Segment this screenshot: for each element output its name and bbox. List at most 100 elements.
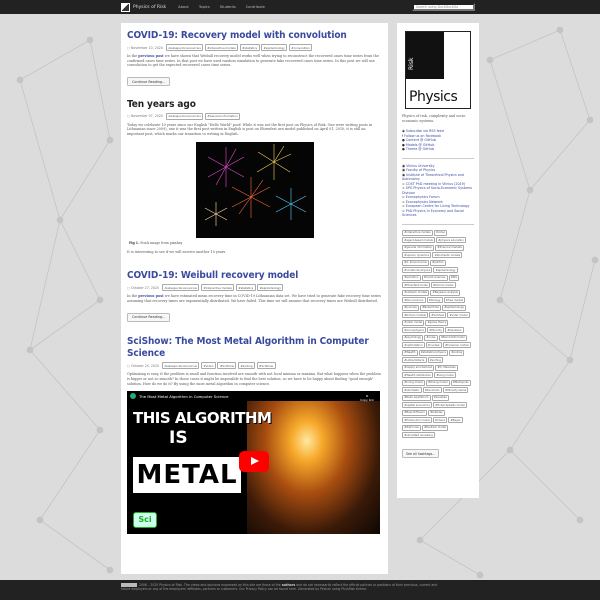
hashtag-link[interactable]: #Q. Mereckas [435, 364, 458, 371]
hashtag-link[interactable]: #psychology [402, 334, 424, 341]
hashtag-link[interactable]: #Kononovicius [402, 297, 426, 304]
hashtag-link[interactable]: #Kirman models [402, 312, 429, 319]
hashtag-link[interactable]: #biology [426, 297, 443, 304]
tag-link[interactable]: #SciShow [256, 362, 276, 370]
hashtag-link[interactable]: #stochastic models [432, 252, 463, 259]
copy-link-button[interactable]: ⧉ Copy link [360, 394, 374, 402]
hashtag-link[interactable]: #Holme-Kim model [402, 417, 432, 424]
org-link[interactable]: ∞SPG Physics of Socio-Economic Systems D… [402, 186, 474, 195]
tag-link[interactable]: #sorting [237, 362, 256, 370]
continue-reading-button[interactable]: Continue Reading… [127, 77, 171, 87]
post-title[interactable]: Ten years ago [127, 99, 382, 111]
hashtag-link[interactable]: #agent-based models [402, 237, 436, 244]
hashtag-link[interactable]: #statistical physics [418, 349, 449, 356]
hashtag-link[interactable]: #Dining model [425, 379, 450, 386]
hashtag-link[interactable]: #Metropolis [450, 379, 471, 386]
author-tag[interactable]: Aleksejus Kononovicius [162, 284, 200, 292]
play-button-icon[interactable] [239, 451, 269, 473]
hashtag-link[interactable]: #Zipf's law [402, 424, 421, 431]
org-link[interactable]: ▣Institute of Theoretical Physics and As… [402, 173, 474, 182]
hashtag-link[interactable]: #Journals [402, 304, 419, 311]
post-title[interactable]: SciShow: The Most Metal Algorithm in Com… [127, 336, 382, 360]
authors-link[interactable]: authors [282, 583, 295, 587]
hashtag-link[interactable]: #evolution [402, 274, 421, 281]
hashtag-link[interactable]: #interactive models [402, 229, 433, 236]
tag-link[interactable]: #epidemiology [257, 284, 284, 292]
hashtag-link[interactable]: #physics education [436, 237, 466, 244]
hashtag-link[interactable]: #free market [443, 297, 466, 304]
tag-link[interactable]: #interactive models [204, 44, 239, 51]
author-tag[interactable]: Aleksejus Kononovicius [162, 362, 200, 370]
hashtag-link[interactable]: #epidemiology [442, 304, 467, 311]
hashtag-link[interactable]: #supply and demand [402, 364, 435, 371]
hashtag-link[interactable]: #Chaos [432, 417, 448, 424]
video-title[interactable]: The Most Metal Algorithm in Computer Sci… [139, 394, 229, 399]
hashtag-link[interactable]: #social sciences [421, 274, 448, 281]
post-title[interactable]: COVID-19: Weibull recovery model [127, 270, 382, 282]
hashtag-link[interactable]: #sandpile [431, 394, 450, 401]
hashtag-link[interactable]: #general information [402, 244, 435, 251]
hashtag-link[interactable]: #epidemiology [433, 267, 458, 274]
hashtag-link[interactable]: #Wealth distribution [402, 372, 434, 379]
author-tag[interactable]: Aleksejus Kononovicius [165, 112, 204, 120]
nav-link-about[interactable]: About [178, 5, 189, 9]
channel-avatar-icon[interactable] [130, 393, 136, 400]
tag-link[interactable]: #video [200, 362, 216, 370]
hashtag-link[interactable]: #Gaussian [445, 327, 464, 334]
previous-post-link[interactable]: previous post [138, 294, 164, 298]
hashtag-link[interactable]: #brownian motion [442, 342, 472, 349]
hashtag-link[interactable]: #SIS [448, 274, 460, 281]
hashtag-link[interactable]: #simulated annealing [402, 432, 435, 439]
hashtag-link[interactable]: #Bass Diffusion [402, 409, 427, 416]
hashtag-link[interactable]: #optimization [402, 342, 425, 349]
hashtag-link[interactable]: #spatial economics [402, 402, 432, 409]
hashtag-link[interactable]: #voter model [447, 312, 470, 319]
hashtag-link[interactable]: #game theory [425, 319, 449, 326]
hashtag-link[interactable]: #A. Kononovicius [402, 259, 429, 266]
hashtag-link[interactable]: #SciShow [429, 312, 447, 319]
tag-link[interactable]: #General information [204, 112, 241, 120]
tag-link[interactable]: #convolution [288, 44, 313, 51]
tag-link[interactable]: #epidemiology [261, 44, 288, 51]
tag-link[interactable]: #SciShow [217, 362, 237, 370]
hashtag-link[interactable]: #Kuramoto [422, 387, 442, 394]
search-input[interactable] [412, 3, 475, 11]
hashtag-link[interactable]: #network models [402, 289, 430, 296]
hashtag-link[interactable]: #financial markets [435, 244, 465, 251]
hashtag-link[interactable]: #polling [449, 349, 465, 356]
hashtag-link[interactable]: #Ehrenfest model [402, 282, 430, 289]
hashtag-link[interactable]: #Nash equilibrium [402, 394, 431, 401]
nav-link-students[interactable]: Students [220, 5, 236, 9]
hashtag-link[interactable]: #politics [429, 259, 446, 266]
youtube-video-embed[interactable]: The Most Metal Algorithm in Computer Sci… [127, 391, 380, 535]
nav-link-topics[interactable]: Topics [199, 5, 210, 9]
hashtag-link[interactable]: #Deutsch model [421, 424, 449, 431]
hashtag-link[interactable]: #voter model [402, 319, 425, 326]
hashtag-link[interactable]: #Lotka-Volterra [402, 357, 427, 364]
hashtag-link[interactable]: #Bornholdt model [438, 334, 467, 341]
org-link[interactable]: ∞PhD Physics in Economy and Social Scien… [402, 209, 474, 218]
creative-commons-badge-icon[interactable] [121, 583, 137, 587]
github-theme-link[interactable]: ●Theme @ GitHub [402, 147, 474, 152]
hashtag-link[interactable]: #sorting [427, 357, 444, 364]
see-all-hashtags-button[interactable]: See all hashtags… [402, 449, 440, 459]
hashtag-link[interactable]: #Irving model [402, 379, 425, 386]
previous-post-link[interactable]: previous post [138, 54, 164, 58]
hashtag-link[interactable]: #noise [424, 334, 438, 341]
tag-link[interactable]: #interactive models [200, 284, 235, 292]
hashtag-link[interactable]: #Hubei Rybalko model [432, 402, 467, 409]
hashtag-link[interactable]: #opinion dynamics [402, 252, 432, 259]
hashtag-link[interactable]: #bubbles [427, 409, 445, 416]
tag-link[interactable]: #statistics [239, 44, 260, 51]
hashtag-link[interactable]: #vocational physics [402, 267, 433, 274]
hashtag-link[interactable]: #video [433, 229, 448, 236]
hashtag-link[interactable]: #Ising model [434, 372, 456, 379]
author-tag[interactable]: Aleksejus Kononovicius [165, 44, 204, 51]
hashtag-link[interactable]: #econophysics [402, 327, 427, 334]
hashtag-link[interactable]: #Wealth [402, 349, 418, 356]
post-title[interactable]: COVID-19: Recovery model with convolutio… [127, 30, 382, 42]
hashtag-link[interactable]: #Minority Game [442, 387, 469, 394]
hashtag-link[interactable]: #Kirman model [430, 282, 456, 289]
tag-link[interactable]: #statistics [235, 284, 256, 292]
brand-link[interactable]: Physics of Risk [121, 2, 166, 12]
